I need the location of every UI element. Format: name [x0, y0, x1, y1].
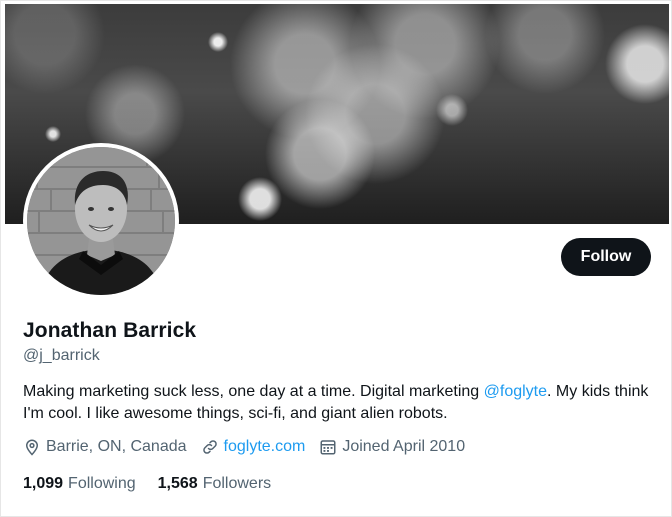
joined-item: Joined April 2010: [319, 438, 465, 456]
profile-meta: Barrie, ON, Canada foglyte.com Joined Ap…: [23, 438, 479, 456]
website-item[interactable]: foglyte.com: [201, 438, 306, 456]
bio-mention-link[interactable]: @foglyte: [484, 383, 547, 400]
location-pin-icon: [25, 439, 39, 456]
following-label: Following: [68, 475, 136, 492]
follow-button[interactable]: Follow: [561, 238, 651, 276]
joined-date: Joined April 2010: [342, 438, 466, 455]
following-stat[interactable]: 1,099 Following: [23, 475, 136, 493]
avatar[interactable]: [23, 143, 179, 299]
calendar-icon: [320, 440, 336, 455]
location-item: Barrie, ON, Canada: [23, 438, 187, 456]
followers-count: 1,568: [157, 475, 198, 492]
profile-card: Follow Jonathan Barrick @j_barrick Makin…: [0, 0, 672, 517]
following-count: 1,099: [23, 475, 64, 492]
link-icon: [202, 440, 217, 454]
followers-stat[interactable]: 1,568 Followers: [158, 475, 272, 493]
user-handle: @j_barrick: [23, 347, 100, 364]
bio-text-start: Making marketing suck less, one day at a…: [23, 383, 484, 400]
profile-bio: Making marketing suck less, one day at a…: [23, 381, 653, 425]
website-link[interactable]: foglyte.com: [224, 438, 306, 456]
display-name: Jonathan Barrick: [23, 319, 197, 342]
location-text: Barrie, ON, Canada: [46, 438, 187, 455]
follow-stats: 1,099 Following 1,568 Followers: [23, 475, 293, 493]
avatar-photo: [27, 147, 175, 295]
followers-label: Followers: [202, 475, 272, 492]
